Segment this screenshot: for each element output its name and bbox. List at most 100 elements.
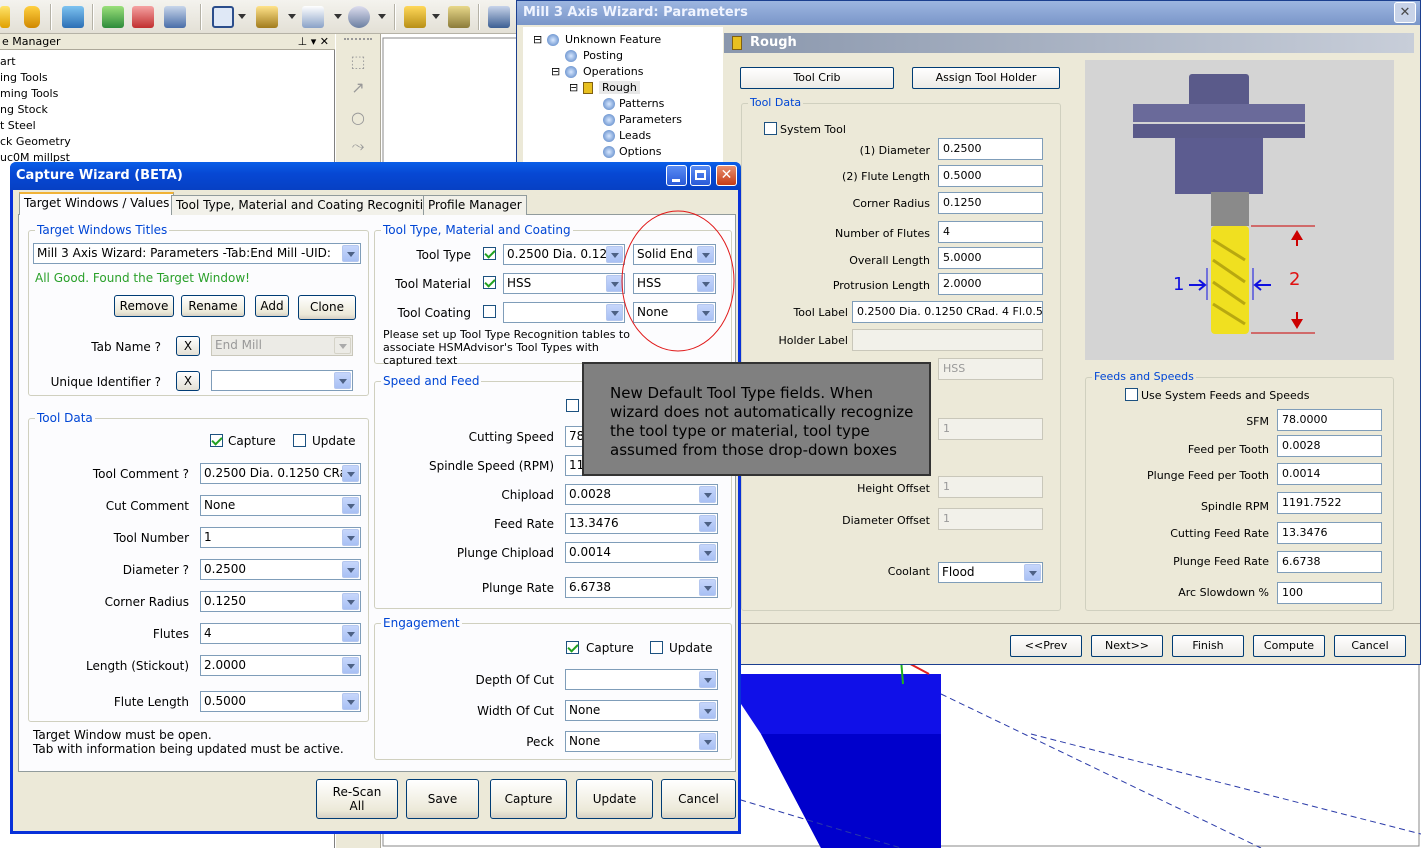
holder-label-field[interactable] [852, 329, 1043, 351]
chevron-down-icon[interactable] [238, 14, 246, 19]
system-tool-checkbox[interactable] [764, 122, 777, 135]
height-offset-field[interactable]: 1 [938, 476, 1043, 498]
curve-icon[interactable] [302, 6, 324, 28]
diameter-select[interactable]: 0.2500 [200, 559, 361, 580]
rename-button[interactable]: Rename [181, 295, 245, 317]
tree-item-steel[interactable]: t Steel [0, 118, 36, 134]
corner-radius-select[interactable]: 0.1250 [200, 591, 361, 612]
use-system-feeds-checkbox[interactable] [1125, 388, 1138, 401]
finish-button[interactable]: Finish [1172, 635, 1244, 657]
tree-item-geometry[interactable]: ck Geometry [0, 134, 71, 150]
pin-icon[interactable]: ⊥ ▾ ✕ [298, 34, 329, 50]
tab-target-windows[interactable]: Target Windows / Values [19, 192, 175, 215]
tool-label-field[interactable]: 0.2500 Dia. 0.1250 CRad. 4 Fl.0.5000 [852, 301, 1043, 323]
trim-icon[interactable]: ⤳ [346, 136, 370, 156]
capture-button[interactable]: Capture [490, 779, 567, 819]
tree-item-unknown-feature[interactable]: Unknown Feature [565, 33, 661, 46]
coolant-select[interactable]: Flood [938, 562, 1043, 583]
tree-item-operations[interactable]: Operations [583, 65, 643, 78]
tool-delete-icon[interactable] [132, 6, 154, 28]
add-button[interactable]: Add [255, 295, 289, 317]
chevron-down-icon[interactable] [699, 579, 716, 596]
plunge-feed-per-tooth-field[interactable]: 0.0014 [1277, 463, 1382, 485]
close-icon[interactable]: ✕ [716, 165, 737, 186]
protrusion-length-field[interactable]: 2.0000 [938, 273, 1043, 295]
diameter-field[interactable]: 0.2500 [938, 138, 1043, 160]
rescan-all-button[interactable]: Re-Scan All [316, 779, 398, 819]
chevron-down-icon[interactable] [699, 515, 716, 532]
speed-capture-checkbox[interactable] [566, 399, 579, 412]
tab-profile-manager[interactable]: Profile Manager [423, 195, 527, 215]
circle-icon[interactable]: ○ [346, 108, 370, 128]
target-window-select[interactable]: Mill 3 Axis Wizard: Parameters -Tab:End … [33, 243, 361, 264]
sheet-icon[interactable] [448, 6, 470, 28]
tab-tool-type-recognition[interactable]: Tool Type, Material and Coating Recognit… [171, 195, 444, 215]
cancel-button[interactable]: Cancel [661, 779, 736, 819]
tool-comment-select[interactable]: 0.2500 Dia. 0.1250 CRad [200, 463, 361, 484]
chevron-down-icon[interactable] [334, 372, 351, 389]
chevron-down-icon[interactable] [342, 529, 359, 546]
chevron-down-icon[interactable] [342, 245, 359, 262]
maximize-icon[interactable] [690, 165, 711, 186]
tree-item-tools[interactable]: ing Tools [0, 70, 48, 86]
flutes-select[interactable]: 4 [200, 623, 361, 644]
chevron-down-icon[interactable] [699, 733, 716, 750]
tree-item-patterns[interactable]: Patterns [619, 97, 664, 110]
arc-slowdown-field[interactable]: 100 [1277, 582, 1382, 604]
tool-material-field[interactable]: HSS [938, 358, 1043, 380]
length-offset-field[interactable]: 1 [938, 418, 1043, 440]
chevron-down-icon[interactable] [342, 497, 359, 514]
spindle-rpm-field[interactable]: 1191.7522 [1277, 492, 1382, 514]
tree-expander-icon[interactable]: ⊟ [533, 33, 542, 46]
part-icon[interactable] [0, 6, 10, 28]
depth-of-cut-select[interactable] [565, 669, 718, 690]
prev-button[interactable]: <<Prev [1010, 635, 1082, 657]
chevron-down-icon[interactable] [699, 486, 716, 503]
tree-item-machining-tools[interactable]: ming Tools [0, 86, 58, 102]
plane-icon[interactable] [404, 6, 426, 28]
chevron-down-icon[interactable] [699, 702, 716, 719]
surface-icon[interactable] [256, 6, 278, 28]
peck-select[interactable]: None [565, 731, 718, 752]
width-of-cut-select[interactable]: None [565, 700, 718, 721]
remove-button[interactable]: Remove [114, 295, 174, 317]
number-of-flutes-field[interactable]: 4 [938, 221, 1043, 243]
flute-length-field[interactable]: 0.5000 [938, 165, 1043, 187]
chevron-down-icon[interactable] [378, 14, 386, 19]
diameter-offset-field[interactable]: 1 [938, 508, 1043, 530]
chevron-down-icon[interactable] [288, 14, 296, 19]
tree-item-leads[interactable]: Leads [619, 129, 651, 142]
feed-rate-select[interactable]: 13.3476 [565, 513, 718, 534]
overall-length-field[interactable]: 5.0000 [938, 247, 1043, 269]
tool-type-checkbox[interactable] [483, 247, 496, 260]
tool-copy-icon[interactable] [164, 6, 186, 28]
cancel-button[interactable]: Cancel [1334, 635, 1406, 657]
cut-comment-select[interactable]: None [200, 495, 361, 516]
chevron-down-icon[interactable] [432, 14, 440, 19]
save-button[interactable]: Save [406, 779, 479, 819]
tree-item-options[interactable]: Options [619, 145, 661, 158]
tool-material-select[interactable]: HSS [503, 273, 625, 294]
plunge-chipload-select[interactable]: 0.0014 [565, 542, 718, 563]
cutting-feed-rate-field[interactable]: 13.3476 [1277, 522, 1382, 544]
minimize-icon[interactable] [666, 165, 687, 186]
chevron-down-icon[interactable] [699, 544, 716, 561]
chipload-select[interactable]: 0.0028 [565, 484, 718, 505]
compute-button[interactable]: Compute [1253, 635, 1325, 657]
home-view-icon[interactable] [488, 6, 510, 28]
tree-item-stock[interactable]: ng Stock [0, 102, 48, 118]
flute-length-select[interactable]: 0.5000 [200, 691, 361, 712]
tree-item-rough[interactable]: Rough [599, 81, 640, 94]
length-stickout-select[interactable]: 2.0000 [200, 655, 361, 676]
clone-button[interactable]: Clone [298, 295, 356, 320]
line-icon[interactable]: ↗ [346, 78, 370, 98]
chevron-down-icon[interactable] [342, 561, 359, 578]
select-box-icon[interactable] [212, 6, 234, 28]
tree-item-part[interactable]: art [0, 54, 16, 70]
tree-expander-icon[interactable]: ⊟ [569, 81, 578, 94]
chevron-down-icon[interactable] [334, 14, 342, 19]
tool-coating-checkbox[interactable] [483, 305, 496, 318]
engagement-update-checkbox[interactable] [650, 641, 663, 654]
engagement-capture-checkbox[interactable] [566, 641, 579, 654]
assign-tool-holder-button[interactable]: Assign Tool Holder [912, 67, 1060, 89]
